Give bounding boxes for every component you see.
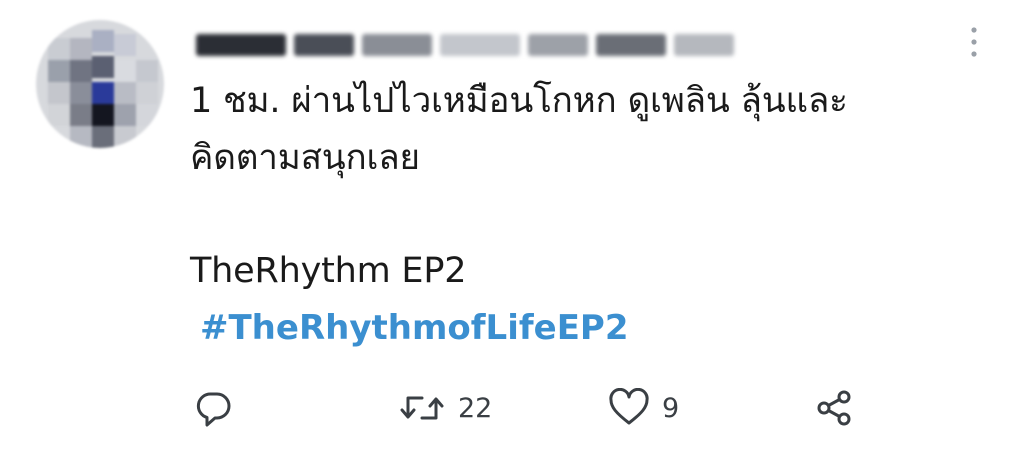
more-vertical-icon[interactable] [962,22,986,62]
tweet-text-line-3: TheRhythm EP2 [190,251,467,291]
retweet-icon [398,388,446,428]
tweet-text-line-2: คิดตามสนุกเลย [190,138,420,178]
tweet-card: 1 ชม. ผ่านไปไวเหมือนโกหก ดูเพลิน ลุ้นและ… [0,0,1024,456]
share-button[interactable] [814,380,854,436]
like-count: 9 [662,392,680,424]
retweet-button[interactable]: 22 [398,380,492,436]
username-redacted[interactable] [196,26,741,60]
tweet-text-line-1: 1 ชม. ผ่านไปไวเหมือนโกหก ดูเพลิน ลุ้นและ [190,81,848,121]
hashtag-link[interactable]: #TheRhythmofLifeEP2 [200,308,629,349]
avatar[interactable] [36,20,164,148]
reply-button[interactable] [194,380,234,436]
share-icon [814,388,854,428]
heart-icon [608,388,650,428]
retweet-count: 22 [458,392,493,424]
reply-icon [194,388,234,428]
like-button[interactable]: 9 [608,380,679,436]
